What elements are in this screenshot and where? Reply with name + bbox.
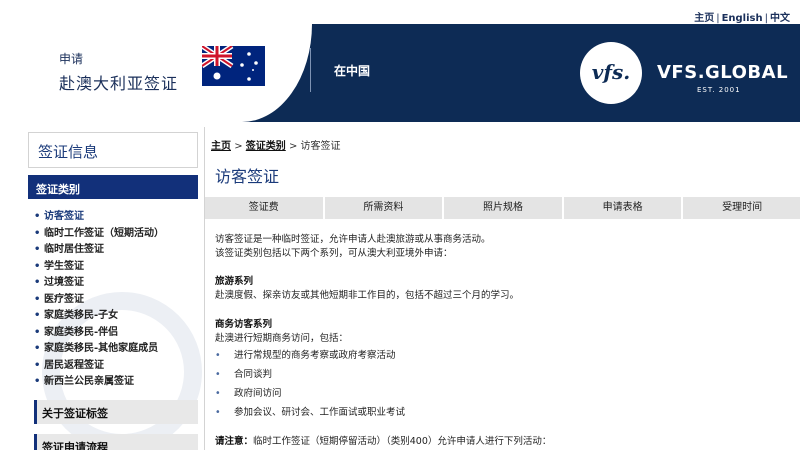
- sidebar-item-medical[interactable]: • 医疗签证: [34, 292, 164, 309]
- breadcrumb: 主页 > 签证类别 > 访客签证: [211, 137, 341, 152]
- tab-processing-time[interactable]: 受理时间: [683, 197, 800, 219]
- accent-bar: [34, 434, 37, 450]
- breadcrumb-separator: >: [234, 141, 243, 152]
- tab-bar: 签证费 所需资料 照片规格 申请表格 受理时间: [205, 197, 800, 219]
- header-banner: 申请 赴澳大利亚签证 在中国 vfs. VFS.GLOBAL EST. 2001: [22, 24, 800, 122]
- sidebar-item-label: 医疗签证: [44, 293, 84, 305]
- sidebar-category-header[interactable]: 签证类别: [28, 175, 198, 199]
- brand-est: EST. 2001: [697, 86, 741, 94]
- bullet-icon: •: [34, 343, 41, 354]
- list-item-text: 进行常规型的商务考察或政府考察活动: [234, 350, 396, 361]
- sidebar-item-label: 学生签证: [44, 260, 84, 272]
- english-link[interactable]: English: [722, 13, 763, 24]
- sidebar-item-label: 家庭类移民-伴侣: [44, 326, 119, 338]
- sidebar-item-label: 新西兰公民亲属签证: [44, 376, 134, 387]
- bullet-icon: •: [34, 260, 41, 272]
- bullet-icon: •: [215, 407, 221, 418]
- bullet-icon: •: [34, 376, 41, 387]
- sidebar-item-label: 家庭类移民-子女: [44, 310, 119, 321]
- sidebar-item-temporary-residence[interactable]: • 临时居住签证: [34, 242, 164, 259]
- bullet-icon: •: [34, 293, 41, 305]
- bullet-icon: •: [34, 359, 41, 371]
- vfs-logo-icon[interactable]: vfs.: [580, 42, 642, 104]
- sidebar-item-visitor-visa[interactable]: • 访客签证: [34, 209, 164, 226]
- page-title: 访客签证: [215, 167, 280, 186]
- breadcrumb-current: 访客签证: [300, 141, 341, 152]
- list-item-text: 政府间访问: [234, 388, 282, 399]
- australia-flag-icon: [202, 46, 265, 86]
- button-label: 签证申请流程: [42, 441, 108, 450]
- sidebar-item-label: 居民返程签证: [44, 359, 104, 371]
- main-content: 主页 > 签证类别 > 访客签证 访客签证 签证费 所需资料 照片规格 申请表格…: [204, 127, 800, 450]
- banner-country: 在中国: [334, 64, 371, 78]
- separator: |: [716, 13, 720, 24]
- business-stream-description: 赴澳进行短期商务访问，包括：: [215, 333, 349, 344]
- list-item-text: 合同谈判: [234, 369, 273, 380]
- accent-bar: [34, 400, 37, 424]
- bullet-icon: •: [34, 326, 41, 338]
- list-item: • 进行常规型的商务考察或政府考察活动: [215, 347, 396, 361]
- visa-process-button[interactable]: 签证申请流程: [34, 434, 198, 450]
- tab-visa-fee[interactable]: 签证费: [205, 197, 325, 219]
- note-paragraph: 请注意：临时工作签证（短期停留活动）（类别400）允许申请人进行下列活动：: [215, 433, 551, 447]
- bullet-icon: •: [34, 310, 41, 321]
- tourist-stream-title: 旅游系列: [215, 276, 254, 287]
- chinese-link[interactable]: 中文: [770, 13, 790, 24]
- tab-photo-specs[interactable]: 照片规格: [444, 197, 564, 219]
- brand-name: VFS.GLOBAL: [657, 62, 789, 83]
- note-text: 临时工作签证（短期停留活动）（类别400）允许申请人进行下列活动：: [253, 436, 552, 447]
- sidebar-item-family-partner[interactable]: • 家庭类移民-伴侣: [34, 325, 164, 342]
- sidebar-heading: 签证信息: [38, 143, 99, 161]
- breadcrumb-separator: >: [288, 141, 298, 152]
- sidebar-item-transit[interactable]: • 过境签证: [34, 275, 164, 292]
- tab-application-forms[interactable]: 申请表格: [563, 197, 684, 219]
- about-visa-label-button[interactable]: 关于签证标签: [34, 400, 198, 424]
- sidebar-item-family-other[interactable]: • 家庭类移民-其他家庭成员: [34, 341, 164, 358]
- sidebar-item-label: 家庭类移民-其他家庭成员: [44, 343, 159, 354]
- sidebar-item-resident-return[interactable]: • 居民返程签证: [34, 358, 164, 375]
- tourist-stream-description: 赴澳度假、探亲访友或其他短期非工作目的，包括不超过三个月的学习。: [215, 290, 520, 301]
- breadcrumb-category[interactable]: 签证类别: [246, 141, 286, 152]
- visa-category-list: • 访客签证 • 临时工作签证（短期活动） • 临时居住签证 • 学生签证 • 过境签证 …: [34, 209, 164, 391]
- language-links: 主页 | English | 中文: [694, 9, 790, 24]
- sidebar-item-student[interactable]: • 学生签证: [34, 259, 164, 276]
- bullet-icon: •: [34, 227, 41, 239]
- note-label: 请注意：: [215, 436, 254, 447]
- intro-line-2: 该签证类别包括以下两个系列，可从澳大利亚境外申请：: [215, 248, 453, 259]
- button-label: 关于签证标签: [42, 407, 108, 420]
- list-item: • 合同谈判: [215, 366, 272, 380]
- sidebar-item-nz-relative[interactable]: • 新西兰公民亲属签证: [34, 374, 164, 391]
- sidebar-heading-box: 签证信息: [28, 132, 198, 168]
- sidebar-item-temporary-work[interactable]: • 临时工作签证（短期活动）: [34, 226, 164, 243]
- breadcrumb-home[interactable]: 主页: [211, 141, 231, 152]
- banner-subtitle: 申请: [59, 52, 84, 66]
- tab-required-documents[interactable]: 所需资料: [324, 197, 445, 219]
- bullet-icon: •: [34, 211, 41, 222]
- bullet-icon: •: [215, 388, 221, 399]
- bullet-icon: •: [215, 369, 221, 380]
- sidebar-item-label: 临时居住签证: [44, 244, 104, 255]
- sidebar: 签证信息 签证类别 • 访客签证 • 临时工作签证（短期活动） • 临时居住签证 • 学…: [22, 127, 204, 450]
- banner-divider: [310, 48, 311, 92]
- sidebar-item-label: 访客签证: [44, 211, 84, 222]
- banner-title: 赴澳大利亚签证: [59, 74, 179, 93]
- bullet-icon: •: [34, 244, 41, 255]
- list-item-text: 参加会议、研讨会、工作面试或职业考试: [234, 407, 406, 418]
- intro-line-1: 访客签证是一种临时签证，允许申请人赴澳旅游或从事商务活动。: [215, 234, 491, 245]
- bullet-icon: •: [215, 350, 221, 361]
- separator: |: [764, 13, 768, 24]
- business-stream-title: 商务访客系列: [215, 319, 273, 330]
- home-link[interactable]: 主页: [694, 13, 714, 24]
- sidebar-item-label: 临时工作签证（短期活动）: [44, 227, 164, 239]
- sidebar-item-family-child[interactable]: • 家庭类移民-子女: [34, 308, 164, 325]
- bullet-icon: •: [34, 277, 41, 288]
- list-item: • 政府间访问: [215, 385, 282, 399]
- sidebar-item-label: 过境签证: [44, 277, 84, 288]
- list-item: • 参加会议、研讨会、工作面试或职业考试: [215, 404, 405, 418]
